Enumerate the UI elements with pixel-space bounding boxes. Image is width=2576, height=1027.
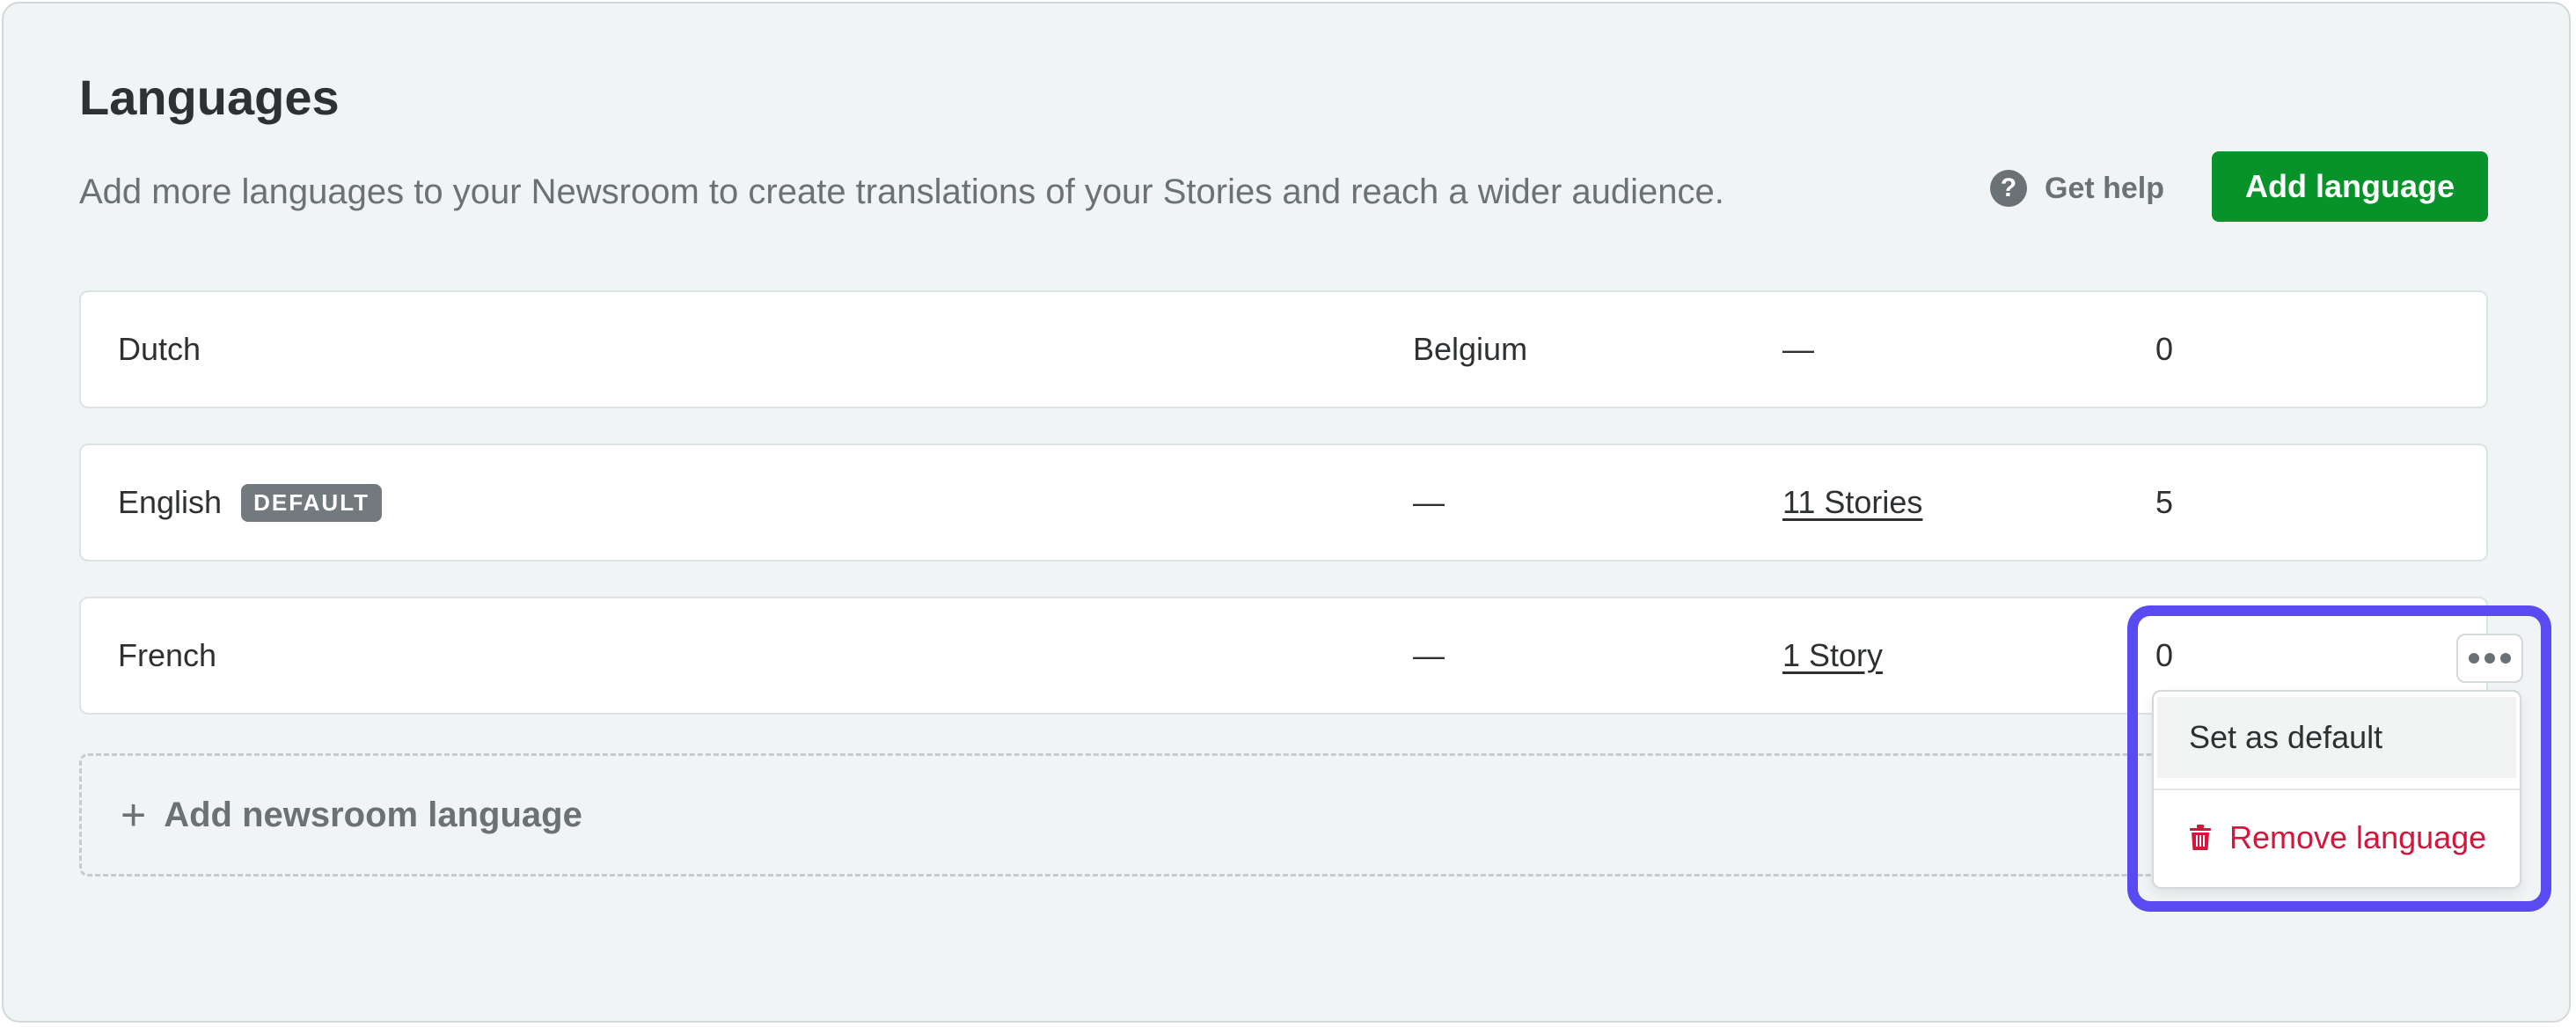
add-newsroom-language-label: Add newsroom language (164, 795, 582, 834)
remove-language-label: Remove language (2229, 819, 2487, 855)
page-subtitle: Add more languages to your Newsroom to c… (79, 172, 1724, 211)
add-language-button[interactable]: Add language (2212, 151, 2488, 222)
language-name-cell: English DEFAULT (118, 445, 383, 560)
language-country: Belgium (1413, 331, 1528, 367)
language-actions-menu: Set as default Remove language (2152, 690, 2521, 889)
language-name: English (118, 484, 223, 520)
get-help-link[interactable]: ? Get help (1990, 165, 2164, 211)
trash-icon (2189, 825, 2212, 851)
language-stories: — (1782, 331, 1814, 367)
more-horizontal-icon (2469, 653, 2479, 664)
languages-panel: Languages Add more languages to your New… (2, 2, 2571, 1023)
language-count: 0 (2155, 331, 2174, 367)
set-as-default-label: Set as default (2189, 719, 2383, 755)
menu-divider (2154, 789, 2520, 790)
add-newsroom-language-button[interactable]: + Add newsroom language (79, 753, 2488, 877)
language-count: 5 (2155, 484, 2174, 520)
set-as-default-menu-item[interactable]: Set as default (2157, 697, 2516, 778)
language-name: Dutch (118, 331, 201, 367)
language-row-dutch: Dutch Belgium — 0 (79, 290, 2488, 408)
language-country: — (1413, 484, 1445, 520)
default-badge: DEFAULT (241, 483, 383, 522)
stories-link[interactable]: 1 Story (1782, 637, 1883, 674)
language-stories-cell: 1 Story (1782, 598, 1883, 713)
remove-language-menu-item[interactable]: Remove language (2157, 797, 2516, 878)
language-country: — (1413, 637, 1445, 673)
language-row-french: French — 1 Story 0 (79, 597, 2488, 715)
language-name: French (118, 637, 217, 673)
page-title: Languages (79, 70, 340, 125)
language-stories-cell: 11 Stories (1782, 445, 1922, 560)
plus-icon: + (121, 790, 147, 840)
question-circle-icon: ? (1990, 170, 2027, 207)
language-row-english: English DEFAULT — 11 Stories 5 (79, 444, 2488, 561)
more-actions-button[interactable] (2456, 634, 2523, 683)
stories-link[interactable]: 11 Stories (1782, 484, 1922, 521)
get-help-label: Get help (2045, 171, 2165, 205)
